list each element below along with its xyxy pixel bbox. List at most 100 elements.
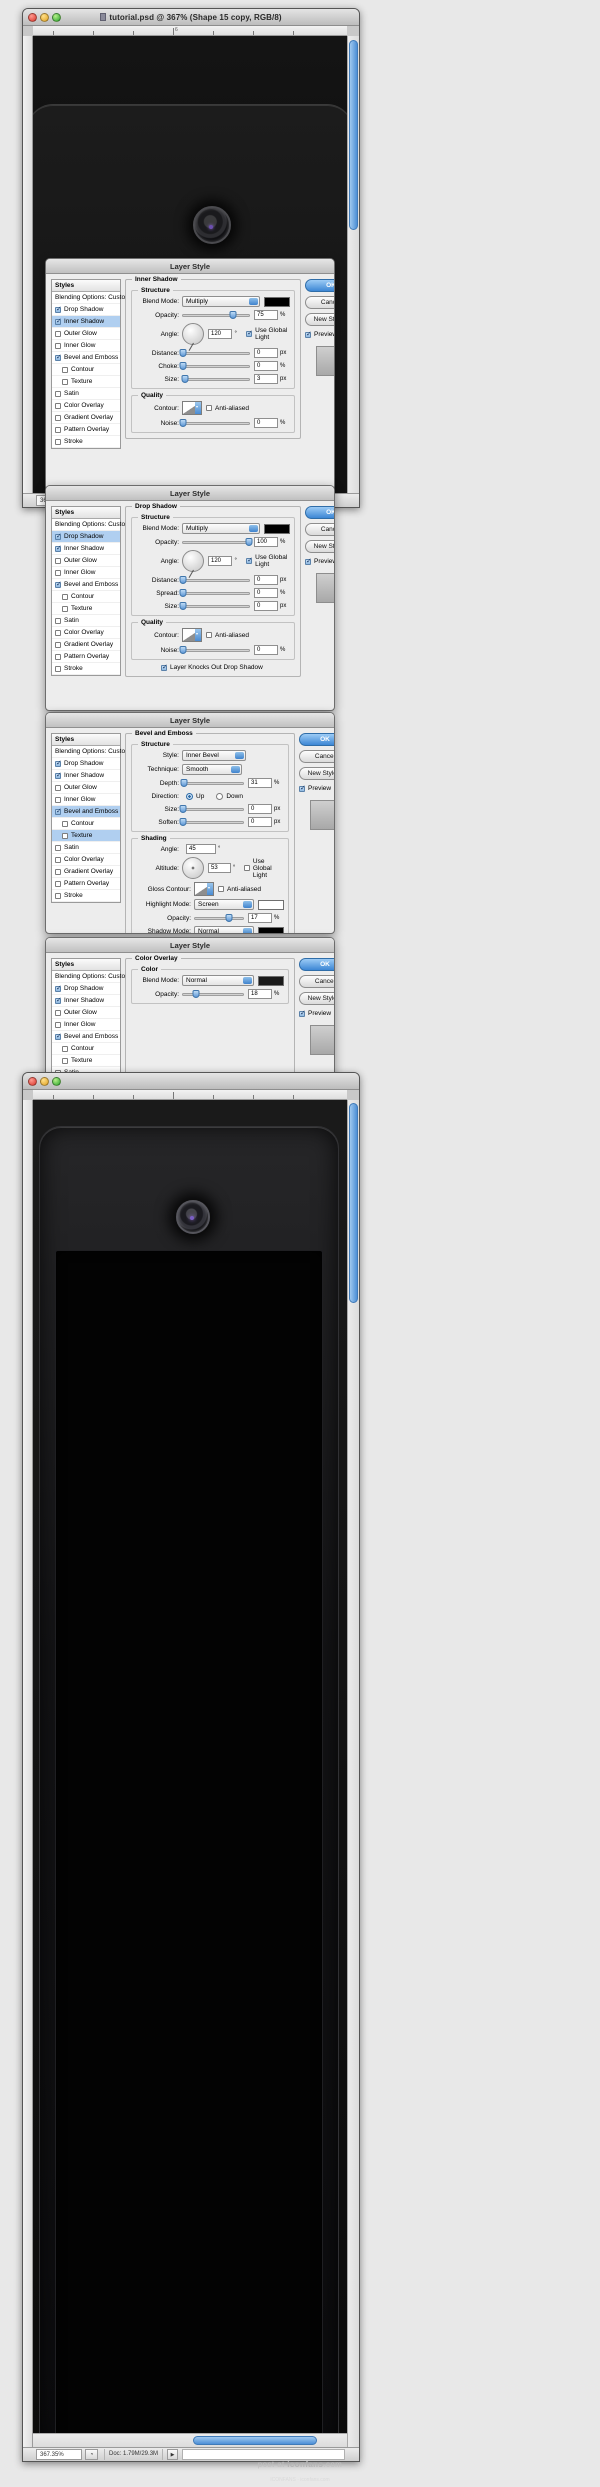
soften-input[interactable]: 0 bbox=[248, 817, 272, 827]
slider-knob[interactable] bbox=[179, 602, 187, 610]
style-item-blending-options[interactable]: Blending Options: Custom bbox=[52, 292, 131, 304]
style-checkbox[interactable] bbox=[55, 629, 61, 636]
style-item-pattern-overlay[interactable]: Pattern Overlay bbox=[52, 878, 120, 890]
proxy-preview-icon[interactable]: ◔ bbox=[85, 2449, 98, 2460]
style-item-bevel-and-emboss[interactable]: Bevel and Emboss bbox=[52, 579, 120, 591]
style-item-outer-glow[interactable]: Outer Glow bbox=[52, 555, 120, 567]
horizontal-scroll-thumb[interactable] bbox=[193, 2436, 317, 2445]
layer-knocks-out-checkbox[interactable] bbox=[161, 663, 168, 671]
chevron-down-icon[interactable] bbox=[195, 629, 201, 641]
preview-row[interactable]: Preview bbox=[305, 330, 334, 338]
altitude-dial[interactable] bbox=[182, 857, 204, 879]
style-checkbox[interactable] bbox=[62, 1045, 68, 1052]
style-checkbox[interactable] bbox=[55, 771, 62, 779]
overlay-color-swatch[interactable] bbox=[258, 975, 284, 986]
style-checkbox[interactable] bbox=[62, 366, 68, 373]
style-item-texture[interactable]: Texture bbox=[52, 1055, 120, 1067]
preview-row[interactable]: Preview bbox=[299, 784, 334, 792]
style-item-inner-shadow[interactable]: Inner Shadow bbox=[52, 995, 120, 1007]
style-checkbox[interactable] bbox=[55, 342, 61, 349]
slider-knob[interactable] bbox=[245, 538, 253, 546]
style-item-gradient-overlay[interactable]: Gradient Overlay bbox=[52, 639, 120, 651]
style-item-inner-shadow[interactable]: Inner Shadow bbox=[52, 543, 120, 555]
opacity-slider[interactable] bbox=[182, 537, 253, 547]
style-item-contour[interactable]: Contour bbox=[52, 1043, 120, 1055]
style-item-texture[interactable]: Texture bbox=[52, 603, 120, 615]
opacity-slider[interactable] bbox=[182, 310, 250, 320]
highlight-mode-select[interactable]: Screen ▾ bbox=[194, 899, 254, 910]
style-checkbox[interactable] bbox=[55, 532, 62, 540]
preview-checkbox[interactable] bbox=[305, 557, 312, 565]
anti-aliased-checkbox[interactable] bbox=[206, 405, 212, 411]
slider-knob[interactable] bbox=[179, 349, 187, 357]
layer-style-dialog-bevel-emboss[interactable]: Layer Style Styles Blending Options: Cus… bbox=[45, 712, 335, 934]
cancel-button[interactable]: Cancel bbox=[305, 296, 334, 309]
style-checkbox[interactable] bbox=[55, 569, 61, 576]
vertical-scrollbar[interactable] bbox=[347, 36, 359, 493]
style-checkbox[interactable] bbox=[55, 426, 61, 433]
chevron-down-icon[interactable] bbox=[195, 402, 201, 414]
horizontal-scrollbar[interactable] bbox=[33, 2433, 347, 2447]
style-item-color-overlay[interactable]: Color Overlay bbox=[52, 854, 120, 866]
style-checkbox[interactable] bbox=[55, 414, 61, 421]
style-item-inner-shadow[interactable]: Inner Shadow bbox=[52, 316, 120, 328]
style-checkbox[interactable] bbox=[62, 1057, 68, 1064]
preview-checkbox[interactable] bbox=[299, 1009, 306, 1017]
style-checkbox[interactable] bbox=[55, 353, 62, 361]
style-item-outer-glow[interactable]: Outer Glow bbox=[52, 782, 120, 794]
highlight-opacity-input[interactable]: 17 bbox=[248, 913, 272, 923]
style-checkbox[interactable] bbox=[55, 807, 62, 815]
noise-slider[interactable] bbox=[179, 418, 250, 428]
style-checkbox[interactable] bbox=[55, 330, 61, 337]
style-checkbox[interactable] bbox=[55, 996, 62, 1004]
vertical-scrollbar[interactable] bbox=[347, 1100, 359, 2447]
depth-input[interactable]: 31 bbox=[248, 778, 272, 788]
direction-down-radio[interactable] bbox=[216, 792, 224, 800]
status-menu-arrow-icon[interactable]: ▶ bbox=[167, 2449, 179, 2460]
layer-style-dialog-drop-shadow[interactable]: Layer Style Styles Blending Options: Cus… bbox=[45, 485, 335, 711]
ok-button[interactable]: OK bbox=[299, 733, 334, 746]
angle-input[interactable]: 120 bbox=[208, 556, 233, 566]
style-item-inner-glow[interactable]: Inner Glow bbox=[52, 794, 120, 806]
slider-knob[interactable] bbox=[179, 818, 187, 826]
style-checkbox[interactable] bbox=[62, 605, 68, 612]
style-item-color-overlay[interactable]: Color Overlay bbox=[52, 627, 120, 639]
style-item-inner-shadow[interactable]: Inner Shadow bbox=[52, 770, 120, 782]
style-item-texture[interactable]: Texture bbox=[52, 376, 120, 388]
style-item-gradient-overlay[interactable]: Gradient Overlay bbox=[52, 412, 120, 424]
technique-select[interactable]: Smooth ▾ bbox=[182, 764, 242, 775]
preview-row[interactable]: Preview bbox=[305, 557, 334, 565]
style-checkbox[interactable] bbox=[55, 557, 61, 564]
style-checkbox[interactable] bbox=[55, 784, 61, 791]
style-checkbox[interactable] bbox=[55, 317, 62, 325]
direction-up-radio[interactable] bbox=[186, 792, 193, 800]
style-item-satin[interactable]: Satin bbox=[52, 615, 120, 627]
style-item-bevel-and-emboss[interactable]: Bevel and Emboss bbox=[52, 352, 120, 364]
layer-knocks-out-row[interactable]: Layer Knocks Out Drop Shadow bbox=[161, 663, 295, 671]
style-checkbox[interactable] bbox=[62, 832, 68, 839]
bevel-style-select[interactable]: Inner Bevel ▾ bbox=[182, 750, 246, 761]
slider-knob[interactable] bbox=[179, 646, 187, 654]
use-global-light-checkbox[interactable] bbox=[246, 556, 253, 564]
slider-knob[interactable] bbox=[179, 362, 187, 370]
window-titlebar[interactable] bbox=[23, 1073, 359, 1090]
contour-preset-picker[interactable] bbox=[182, 401, 202, 415]
size-input[interactable]: 0 bbox=[248, 804, 272, 814]
preview-row[interactable]: Preview bbox=[299, 1009, 334, 1017]
style-checkbox[interactable] bbox=[55, 892, 61, 899]
blend-mode-select[interactable]: Multiply ▾ bbox=[182, 296, 260, 307]
style-checkbox[interactable] bbox=[55, 759, 62, 767]
zoom-button[interactable] bbox=[52, 1076, 61, 1086]
choke-input[interactable]: 0 bbox=[254, 361, 278, 371]
highlight-color-swatch[interactable] bbox=[258, 899, 284, 910]
soften-slider[interactable] bbox=[179, 817, 244, 827]
minimize-button[interactable] bbox=[40, 12, 49, 22]
slider-knob[interactable] bbox=[180, 779, 188, 787]
slider-knob[interactable] bbox=[179, 805, 187, 813]
style-checkbox[interactable] bbox=[55, 653, 61, 660]
distance-input[interactable]: 0 bbox=[254, 575, 278, 585]
anti-aliased-row[interactable]: Anti-aliased bbox=[206, 405, 249, 412]
slider-knob[interactable] bbox=[229, 311, 237, 319]
style-item-satin[interactable]: Satin bbox=[52, 842, 120, 854]
spread-slider[interactable] bbox=[179, 588, 250, 598]
